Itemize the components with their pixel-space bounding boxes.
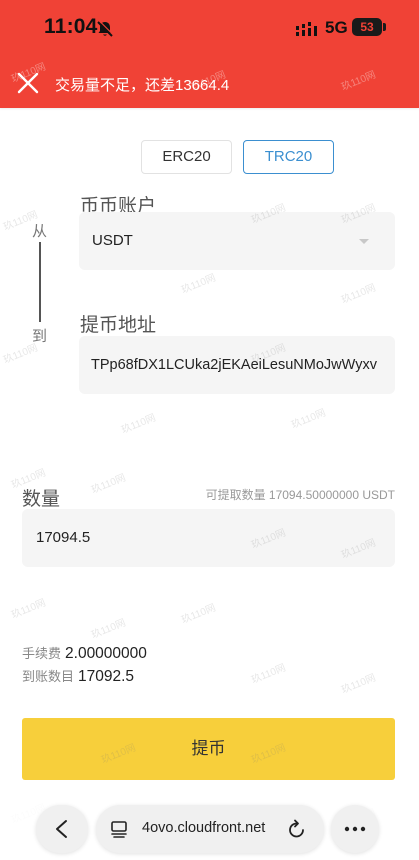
receive-label: 到账数目 (22, 669, 75, 684)
amount-input[interactable]: 17094.5 (22, 509, 395, 567)
back-button[interactable] (36, 805, 88, 853)
more-dots-icon (344, 826, 366, 832)
watermark: 玖110网 (179, 602, 218, 627)
address-bar[interactable]: 4ovo.cloudfront.net (96, 805, 324, 853)
battery-icon: 53 (352, 18, 386, 36)
watermark: 玖110网 (89, 617, 128, 642)
withdraw-page: 11:04 5G 53 交易量不足，还差13664.4 玖110网 玖110网 … (0, 0, 419, 860)
watermark: 玖110网 (339, 282, 378, 307)
caret-down-icon (359, 239, 369, 244)
from-to-divider (39, 242, 41, 322)
url-text: 4ovo.cloudfront.net (142, 820, 266, 836)
reload-icon[interactable] (287, 818, 307, 840)
available-amount: 可提取数量 17094.50000000 USDT (205, 488, 395, 502)
receive-value: 17092.5 (78, 668, 135, 685)
toast-message: 交易量不足，还差13664.4 (55, 77, 230, 94)
chevron-left-icon (56, 820, 67, 838)
amount-input-value: 17094.5 (36, 529, 91, 546)
more-button[interactable] (331, 805, 379, 853)
watermark: 玖110网 (339, 672, 378, 697)
watermark: 玖110网 (9, 597, 48, 622)
error-toast: 11:04 5G 53 交易量不足，还差13664.4 玖110网 玖110网 … (0, 0, 419, 108)
fee-value: 2.00000000 (65, 645, 147, 662)
watermark: 玖110网 (339, 69, 378, 94)
fee-row: 手续费 2.00000000 (22, 643, 147, 663)
status-time: 11:04 (44, 15, 98, 38)
address-label: 提币地址 (80, 315, 157, 336)
address-input[interactable]: TPp68fDX1LCUka2jEKAeiLesuNMoJwWyxv (79, 336, 395, 394)
watermark: 玖110网 (249, 662, 288, 687)
status-bar: 11:04 5G 53 (0, 0, 419, 54)
withdraw-button[interactable]: 提币 (22, 718, 395, 780)
bell-muted-icon (97, 20, 114, 37)
tabs-icon (111, 821, 127, 838)
close-icon[interactable] (17, 72, 39, 94)
watermark: 玖110网 (289, 407, 328, 432)
to-label: 到 (32, 328, 48, 345)
account-select-value: USDT (92, 232, 133, 249)
browser-toolbar: 4ovo.cloudfront.net (0, 795, 419, 860)
from-label: 从 (32, 223, 48, 240)
receive-row: 到账数目 17092.5 (22, 666, 134, 686)
fee-label: 手续费 (22, 646, 62, 661)
account-select[interactable]: USDT (79, 212, 395, 270)
watermark: 玖110网 (179, 272, 218, 297)
tab-trc20[interactable]: TRC20 (243, 140, 334, 174)
watermark: 玖110网 (119, 412, 158, 437)
amount-label: 数量 (22, 489, 61, 510)
address-input-value: TPp68fDX1LCUka2jEKAeiLesuNMoJwWyxv (91, 357, 377, 373)
tab-erc20[interactable]: ERC20 (141, 140, 232, 174)
network-type: 5G (325, 18, 348, 37)
watermark: 玖110网 (89, 472, 128, 497)
signal-icon (296, 22, 317, 36)
